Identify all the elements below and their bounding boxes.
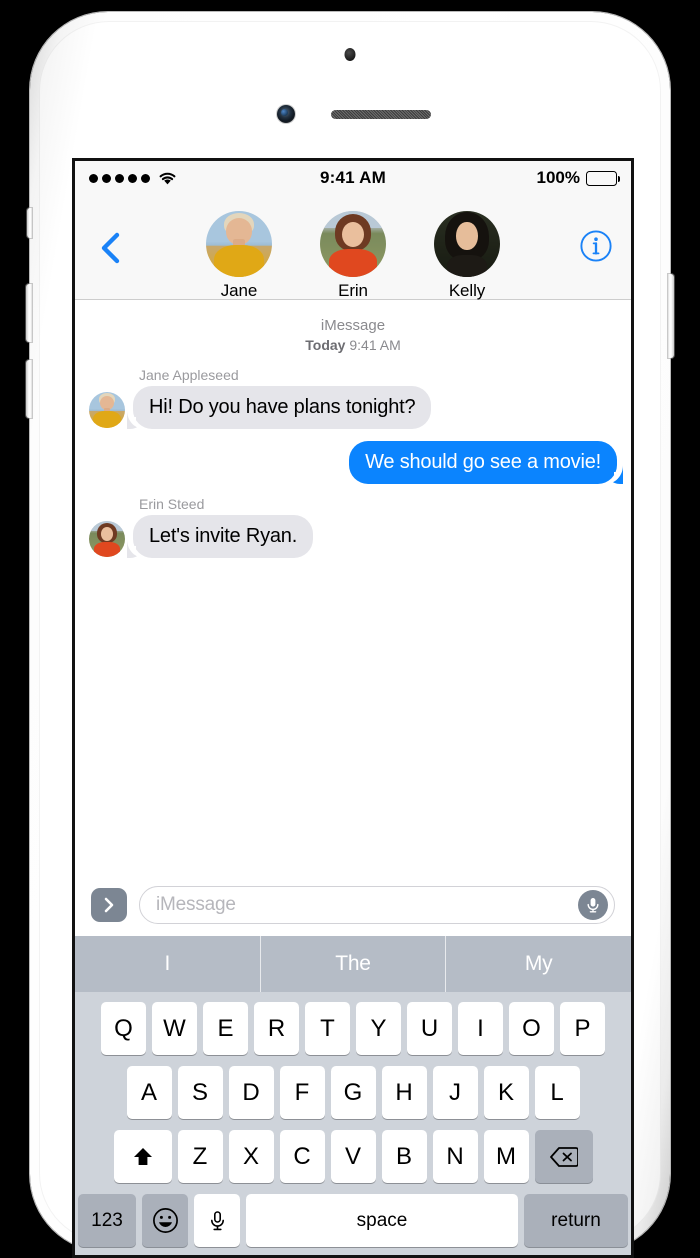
key-z[interactable]: Z [177,1130,223,1183]
front-camera-icon [277,105,295,123]
key-n[interactable]: N [432,1130,478,1183]
key-j[interactable]: J [432,1066,478,1119]
key-a[interactable]: A [126,1066,172,1119]
app-drawer-button[interactable] [91,888,127,922]
message-group: Jane Appleseed Hi! Do you have plans ton… [89,367,617,430]
keyboard-dictation-key[interactable] [194,1194,240,1247]
message-avatar-erin[interactable] [89,521,125,558]
avatar-jane[interactable] [206,211,272,277]
earpiece-speaker [331,110,431,119]
message-bubble[interactable]: Let's invite Ryan. [125,515,314,559]
key-w[interactable]: W [152,1002,197,1055]
message-input-bar: iMessage [75,874,631,936]
message-sender-name: Erin Steed [139,496,205,513]
suggestion-2[interactable]: The [259,936,446,992]
key-s[interactable]: S [177,1066,223,1119]
participant-jane[interactable]: Jane [202,211,276,301]
key-l[interactable]: L [534,1066,580,1119]
status-bar: 9:41 AM 100% [75,161,631,195]
participant-name: Erin [338,281,368,300]
suggestion-1[interactable]: I [75,936,260,992]
participant-name: Jane [220,281,258,300]
key-m[interactable]: M [483,1130,529,1183]
key-q[interactable]: Q [101,1002,146,1055]
delete-key[interactable] [534,1130,593,1183]
key-f[interactable]: F [279,1066,325,1119]
key-g[interactable]: G [330,1066,376,1119]
key-d[interactable]: D [228,1066,274,1119]
message-input-placeholder: iMessage [156,894,236,915]
volume-up-button[interactable] [26,284,32,342]
backspace-icon [549,1146,578,1167]
keyboard-row-4: 123 space return [78,1194,628,1247]
key-c[interactable]: C [279,1130,325,1183]
back-button[interactable] [93,231,127,265]
key-t[interactable]: T [305,1002,350,1055]
participant-erin[interactable]: Erin [316,211,390,301]
shift-key[interactable] [113,1130,172,1183]
suggestion-3[interactable]: My [445,936,631,992]
info-button[interactable] [579,229,613,263]
key-b[interactable]: B [381,1130,427,1183]
iphone-device: 9:41 AM 100% Jane Erin Kelly iMessage To… [26,12,674,1258]
message-avatar-jane[interactable] [89,392,125,429]
shift-arrow-icon [133,1147,152,1165]
phone-screen: 9:41 AM 100% Jane Erin Kelly iMessage To… [72,158,634,1258]
avatar-erin[interactable] [320,211,386,277]
emoji-key[interactable] [142,1194,188,1247]
dictation-button[interactable] [578,890,608,920]
onscreen-keyboard: Q W E R T Y U I O P A S D F G H J K L Z … [75,992,631,1255]
key-v[interactable]: V [330,1130,376,1183]
keyboard-row-2: A S D F G H J K L [78,1066,628,1119]
message-input-field[interactable]: iMessage [139,886,615,924]
numbers-key[interactable]: 123 [78,1194,136,1247]
keyboard-row-3: Z X C V B N M [78,1130,628,1183]
message-row: We should go see a movie! [89,441,624,485]
message-bubble[interactable]: Hi! Do you have plans tonight? [125,386,432,430]
participant-name: Kelly [448,281,486,300]
smiley-face-icon [152,1208,178,1233]
conversation-participants: Jane Erin Kelly [202,195,504,301]
silent-switch[interactable] [27,208,32,238]
microphone-icon [587,898,599,913]
key-o[interactable]: O [509,1002,554,1055]
thread-datetime: Today 9:41 AM [89,336,617,355]
predictive-text-bar: I The My [75,936,631,992]
message-bubble[interactable]: We should go see a movie! [349,441,624,485]
message-group: Erin Steed Let's invite Ryan. [89,496,617,559]
key-r[interactable]: R [254,1002,299,1055]
chevron-right-icon [104,897,114,913]
message-group: We should go see a movie! [89,441,624,485]
space-key[interactable]: space [246,1194,518,1247]
volume-down-button[interactable] [26,360,32,418]
power-button[interactable] [668,274,674,358]
message-row: Hi! Do you have plans tonight? [89,386,617,430]
battery-percentage: 100% [536,168,580,187]
key-h[interactable]: H [381,1066,427,1119]
key-k[interactable]: K [483,1066,529,1119]
key-u[interactable]: U [407,1002,452,1055]
keyboard-row-1: Q W E R T Y U I O P [78,1002,628,1055]
proximity-sensor-icon [344,48,356,61]
avatar-kelly[interactable] [434,211,500,277]
key-x[interactable]: X [228,1130,274,1183]
microphone-icon [210,1210,224,1230]
key-i[interactable]: I [458,1002,503,1055]
message-sender-name: Jane Appleseed [139,367,239,384]
navigation-bar: Jane Erin Kelly [75,195,631,300]
thread-time-value: 9:41 AM [349,337,401,354]
participant-kelly[interactable]: Kelly [430,211,504,301]
key-y[interactable]: Y [356,1002,401,1055]
return-key[interactable]: return [524,1194,628,1247]
key-p[interactable]: P [560,1002,605,1055]
key-e[interactable]: E [203,1002,248,1055]
thread-day: Today [305,337,346,354]
thread-timestamp-header: iMessage Today 9:41 AM [89,316,617,355]
message-row: Let's invite Ryan. [89,515,617,559]
message-thread[interactable]: iMessage Today 9:41 AM Jane Appleseed Hi… [75,300,631,874]
battery-icon [586,170,620,186]
thread-service-label: iMessage [320,317,386,334]
